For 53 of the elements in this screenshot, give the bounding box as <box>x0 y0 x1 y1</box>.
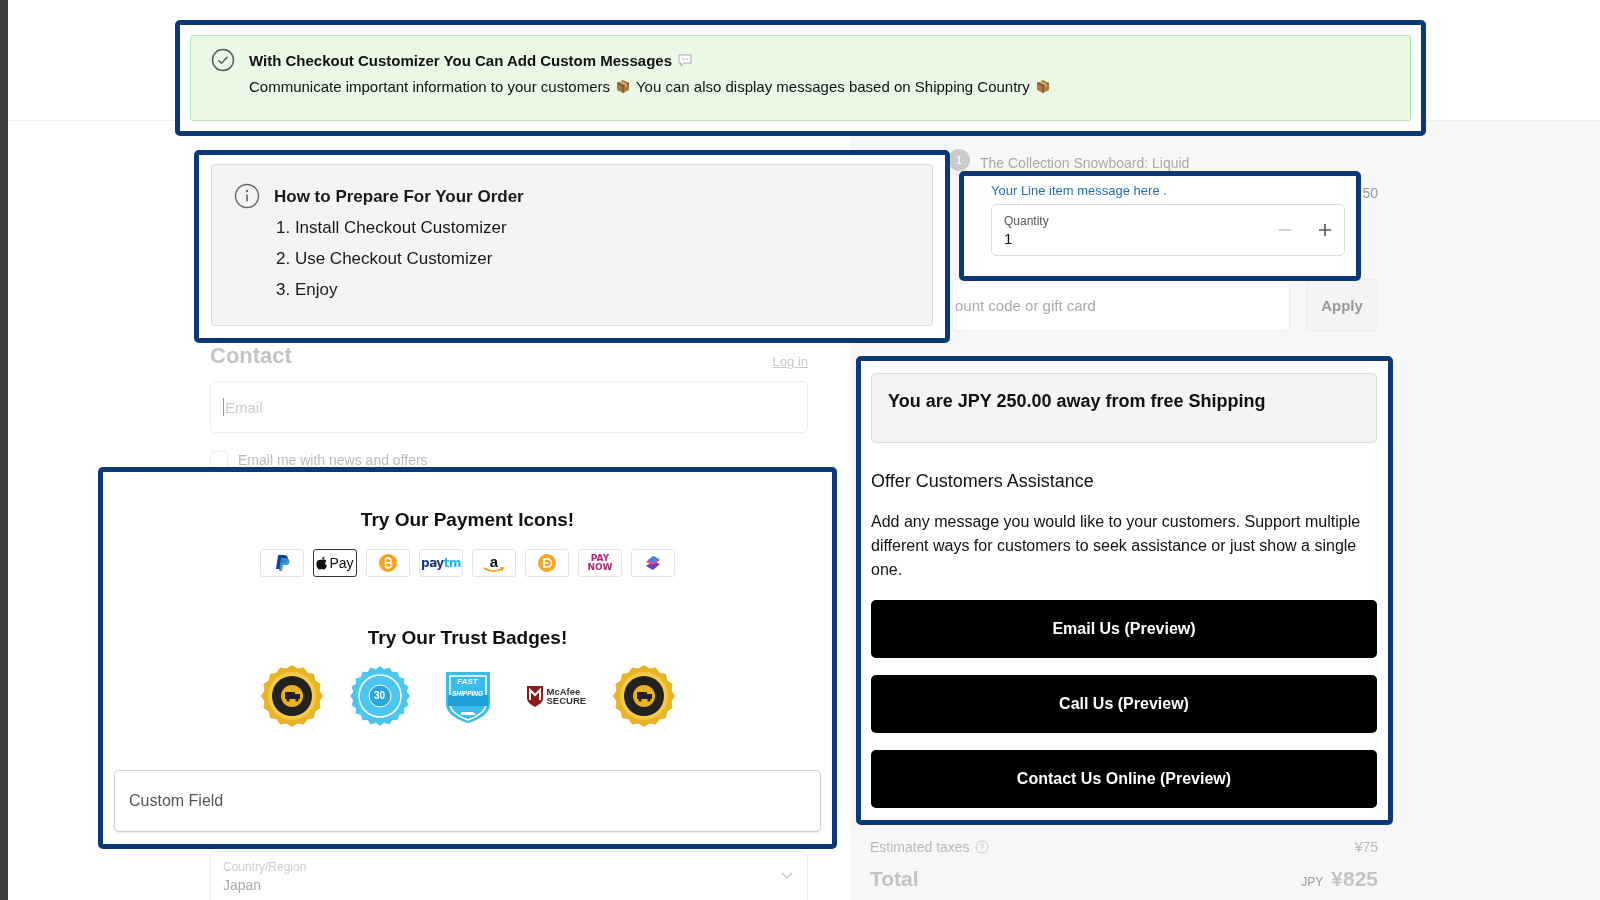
shield-icon <box>524 684 545 708</box>
info-icon <box>234 183 260 209</box>
package-icon <box>1034 78 1051 95</box>
contact-button[interactable]: Call Us (Preview) <box>871 675 1377 733</box>
free-shipping-notice: You are JPY 250.00 away from free Shipping <box>871 373 1377 443</box>
step-text: 2. Use Checkout Customizer <box>276 249 494 269</box>
plus-icon[interactable] <box>1318 223 1332 237</box>
custom-field[interactable]: Custom Field <box>114 770 821 832</box>
currency-code: JPY <box>1301 875 1324 889</box>
step-text: 1. Install Checkout Customizer <box>276 218 508 238</box>
contact-heading: Contact <box>210 343 292 369</box>
product-price: 50 <box>1362 185 1378 201</box>
bitcoin-icon <box>378 553 398 573</box>
custom-field-placeholder: Custom Field <box>129 792 224 810</box>
speech-bubble-icon <box>677 53 693 67</box>
assistance-title: Offer Customers Assistance <box>871 471 1095 492</box>
trust-badges-title: Try Our Trust Badges! <box>367 627 568 649</box>
check-circle-icon <box>211 48 235 72</box>
banner-text: Communicate important information to your customers <box>249 78 610 95</box>
contact-button[interactable]: Contact Us Online (Preview) <box>871 750 1377 808</box>
package-icon <box>615 78 631 95</box>
step-text: 3. Enjoy <box>276 280 339 300</box>
payment-logo-text: Pay <box>329 555 354 571</box>
apple-icon <box>316 556 329 570</box>
help-icon <box>974 840 989 854</box>
payment-logo-text: PAY NOW <box>587 554 613 572</box>
payment-icons-title: Try Our Payment Icons! <box>360 509 575 531</box>
quantity-value: 1 <box>1004 229 1014 247</box>
newsletter-label: Email me with news and offers <box>238 452 428 468</box>
coin-icon <box>537 553 557 573</box>
contact-button[interactable]: Email Us (Preview) <box>871 600 1377 658</box>
shipping-seal-icon <box>612 665 675 727</box>
instructions-title: How to Prepare For Your Order <box>274 187 525 207</box>
taxes-value: ¥75 <box>1354 839 1378 855</box>
badge-text: McAfee SECURE <box>546 686 587 706</box>
banner-title: With Checkout Customizer You Can Add Custom Messages <box>249 51 672 69</box>
quantity-field[interactable]: Quantity 1 <box>991 204 1345 256</box>
payment-logo-text: a <box>489 553 499 569</box>
payment-logo-text: paytm <box>421 556 461 570</box>
discount-placeholder: ount code or gift card <box>955 296 1096 314</box>
guarantee-seal-icon <box>348 665 411 727</box>
banner-text: You can also display messages based on Shipping Country <box>636 78 1030 95</box>
assistance-text: Add any message you would like to your customers. Support multiple different ways for customers to seek assistance or just show a single one. <box>871 512 1362 580</box>
badge-text: 30 <box>373 691 386 701</box>
chevron-down-icon <box>781 872 793 880</box>
quantity-label: Quantity <box>1004 213 1050 228</box>
line-item-message: Your Line item message here . <box>991 183 1168 198</box>
smile-arrow-icon <box>483 566 505 573</box>
taxes-label: Estimated taxes <box>870 839 970 855</box>
product-title: The Collection Snowboard: Liquid <box>980 155 1190 171</box>
shipping-seal-icon <box>260 665 323 727</box>
country-value: Japan <box>223 877 263 893</box>
paypal-icon <box>274 554 290 572</box>
